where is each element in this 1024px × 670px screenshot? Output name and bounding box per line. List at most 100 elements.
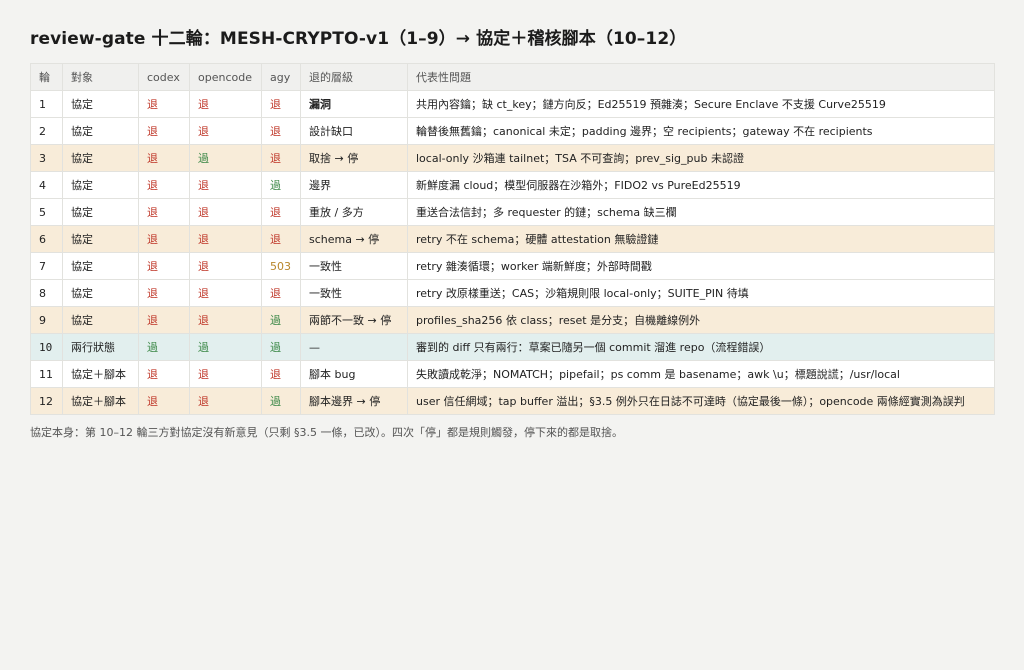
cell-opencode: 退 [189,306,262,334]
cell-issue: 審到的 diff 只有兩行：草案已隨另一個 commit 溜進 repo（流程錯… [407,333,995,361]
cell-object: 協定 [62,306,139,334]
cell-codex: 退 [138,198,190,226]
cell-codex: 退 [138,225,190,253]
cell-object: 協定 [62,279,139,307]
cell-agy: 過 [261,333,301,361]
table-row: 11 協定＋腳本 退 退 退 腳本 bug 失敗讀成乾淨；NOMATCH；pip… [30,360,995,388]
cell-agy: 退 [261,360,301,388]
cell-codex: 退 [138,387,190,415]
cell-codex: 過 [138,333,190,361]
cell-agy: 過 [261,306,301,334]
cell-opencode: 退 [189,279,262,307]
cell-level: 一致性 [300,279,408,307]
cell-agy: 退 [261,198,301,226]
cell-agy: 退 [261,90,301,118]
cell-object: 兩行狀態 [62,333,139,361]
cell-round: 2 [30,117,63,145]
cell-round: 3 [30,144,63,172]
table-row: 3 協定 退 過 退 取捨 → 停 local-only 沙箱連 tailnet… [30,144,995,172]
cell-object: 協定 [62,144,139,172]
header-agy: agy [261,63,301,91]
table-row: 6 協定 退 退 退 schema → 停 retry 不在 schema；硬體… [30,225,995,253]
cell-level: 一致性 [300,252,408,280]
cell-codex: 退 [138,252,190,280]
cell-codex: 退 [138,90,190,118]
table-row: 12 協定＋腳本 退 退 過 腳本邊界 → 停 user 信任網域；tap bu… [30,387,995,415]
cell-round: 6 [30,225,63,253]
cell-round: 8 [30,279,63,307]
cell-object: 協定 [62,252,139,280]
cell-opencode: 退 [189,360,262,388]
cell-round: 9 [30,306,63,334]
table-row: 8 協定 退 退 退 一致性 retry 改原樣重送；CAS；沙箱規則限 loc… [30,279,995,307]
cell-codex: 退 [138,360,190,388]
cell-level: 邊界 [300,171,408,199]
cell-agy: 503 [261,252,301,280]
header-issue: 代表性問題 [407,63,995,91]
cell-issue: local-only 沙箱連 tailnet；TSA 不可查詢；prev_sig… [407,144,995,172]
cell-agy: 退 [261,225,301,253]
cell-round: 1 [30,90,63,118]
cell-level: schema → 停 [300,225,408,253]
cell-agy: 過 [261,387,301,415]
cell-codex: 退 [138,117,190,145]
cell-issue: user 信任網域；tap buffer 溢出；§3.5 例外只在日誌不可達時（… [407,387,995,415]
cell-codex: 退 [138,171,190,199]
cell-issue: 共用內容鑰；缺 ct_key；鏈方向反；Ed25519 預雜湊；Secure E… [407,90,995,118]
header-object: 對象 [62,63,139,91]
cell-issue: 輪替後無舊鑰；canonical 未定；padding 邊界；空 recipie… [407,117,995,145]
cell-opencode: 過 [189,333,262,361]
cell-agy: 過 [261,171,301,199]
cell-issue: 新鮮度漏 cloud；模型伺服器在沙箱外；FIDO2 vs PureEd2551… [407,171,995,199]
header-level: 退的層級 [300,63,408,91]
table-row: 7 協定 退 退 503 一致性 retry 雜湊循環；worker 端新鮮度；… [30,252,995,280]
cell-agy: 退 [261,279,301,307]
cell-opencode: 退 [189,117,262,145]
cell-opencode: 退 [189,252,262,280]
cell-issue: retry 改原樣重送；CAS；沙箱規則限 local-only；SUITE_P… [407,279,995,307]
cell-object: 協定 [62,198,139,226]
cell-level: — [300,333,408,361]
cell-issue: retry 不在 schema；硬體 attestation 無驗證鏈 [407,225,995,253]
cell-opencode: 退 [189,387,262,415]
review-table: 輪 對象 codex opencode agy 退的層級 代表性問題 1 協定 … [30,63,995,415]
cell-opencode: 退 [189,171,262,199]
cell-object: 協定 [62,171,139,199]
table-row: 5 協定 退 退 退 重放 / 多方 重送合法信封；多 requester 的鏈… [30,198,995,226]
cell-object: 協定 [62,225,139,253]
cell-agy: 退 [261,144,301,172]
cell-level: 腳本 bug [300,360,408,388]
cell-issue: 失敗讀成乾淨；NOMATCH；pipefail；ps comm 是 basena… [407,360,995,388]
cell-round: 7 [30,252,63,280]
table-row: 1 協定 退 退 退 漏洞 共用內容鑰；缺 ct_key；鏈方向反；Ed2551… [30,90,995,118]
page-title: review-gate 十二輪：MESH-CRYPTO-v1（1–9）→ 協定＋… [30,29,687,49]
cell-opencode: 退 [189,198,262,226]
cell-level: 漏洞 [300,90,408,118]
cell-round: 5 [30,198,63,226]
cell-opencode: 退 [189,225,262,253]
cell-object: 協定＋腳本 [62,387,139,415]
table-row: 4 協定 退 退 過 邊界 新鮮度漏 cloud；模型伺服器在沙箱外；FIDO2… [30,171,995,199]
cell-object: 協定 [62,117,139,145]
cell-object: 協定＋腳本 [62,360,139,388]
table-row: 10 兩行狀態 過 過 過 — 審到的 diff 只有兩行：草案已隨另一個 co… [30,333,995,361]
cell-round: 12 [30,387,63,415]
cell-codex: 退 [138,144,190,172]
cell-issue: profiles_sha256 依 class；reset 是分支；自機離線例外 [407,306,995,334]
header-round: 輪 [30,63,63,91]
cell-level: 腳本邊界 → 停 [300,387,408,415]
cell-opencode: 過 [189,144,262,172]
cell-level: 重放 / 多方 [300,198,408,226]
cell-issue: retry 雜湊循環；worker 端新鮮度；外部時間戳 [407,252,995,280]
cell-codex: 退 [138,279,190,307]
cell-level: 兩節不一致 → 停 [300,306,408,334]
cell-round: 11 [30,360,63,388]
cell-round: 4 [30,171,63,199]
page: review-gate 十二輪：MESH-CRYPTO-v1（1–9）→ 協定＋… [0,0,1024,440]
cell-level: 設計缺口 [300,117,408,145]
table-row: 9 協定 退 退 過 兩節不一致 → 停 profiles_sha256 依 c… [30,306,995,334]
cell-opencode: 退 [189,90,262,118]
cell-level: 取捨 → 停 [300,144,408,172]
header-opencode: opencode [189,63,262,91]
footnote: 協定本身：第 10–12 輪三方對協定沒有新意見（只剩 §3.5 一條，已改）。… [30,426,623,439]
